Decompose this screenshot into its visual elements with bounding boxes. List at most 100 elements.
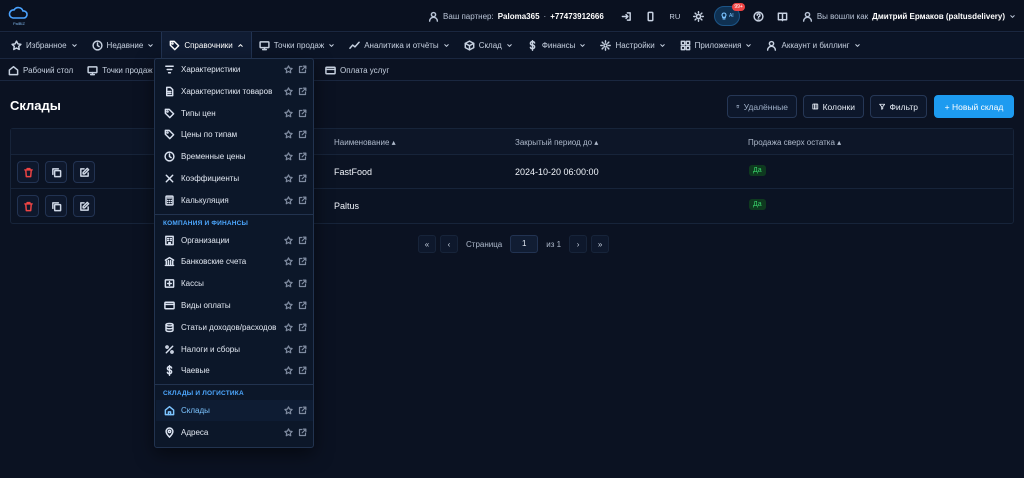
star-icon[interactable] [284, 344, 293, 354]
menu-item[interactable]: Цены по типам [156, 124, 313, 145]
nav-warehouse[interactable]: Склад [457, 33, 520, 59]
external-link-icon[interactable] [298, 109, 307, 118]
menu-item[interactable]: Налоги и сборы [156, 339, 313, 360]
language-switch[interactable]: RU [664, 12, 686, 21]
edit-button[interactable] [73, 161, 95, 183]
filter-button[interactable]: Фильтр [870, 95, 927, 118]
external-link-icon[interactable] [298, 196, 307, 205]
card-icon [325, 66, 336, 75]
delete-button[interactable] [17, 195, 39, 217]
mobile-button[interactable] [640, 5, 662, 27]
menu-item[interactable]: Склады [156, 400, 313, 422]
user-menu[interactable]: Вы вошли как Дмитрий Ермаков (paltusdeli… [802, 11, 1016, 22]
ai-label: AI [728, 13, 734, 19]
menu-item[interactable]: Характеристики [156, 59, 313, 80]
external-link-icon[interactable] [298, 406, 307, 415]
menu-item[interactable]: Кассы [156, 273, 313, 294]
prev-page-button[interactable]: ‹ [440, 235, 458, 253]
menu-item[interactable]: Организации [156, 230, 313, 251]
star-icon[interactable] [284, 130, 293, 139]
logo[interactable]: PalBIZ [8, 5, 30, 27]
nav-label: Аналитика и отчёты [364, 41, 439, 50]
external-link-icon[interactable] [298, 87, 307, 96]
delete-button[interactable] [17, 161, 39, 183]
last-page-button[interactable]: » [591, 235, 610, 253]
external-link-icon[interactable] [298, 428, 307, 437]
star-icon[interactable] [284, 301, 293, 310]
menu-item[interactable]: Временные цены [156, 146, 313, 167]
menu-item[interactable]: Виды оплаты [156, 295, 313, 316]
columns-button[interactable]: Колонки [803, 95, 864, 118]
star-icon[interactable] [284, 235, 293, 245]
menu-item[interactable]: Чаевые [156, 360, 313, 381]
home-icon [164, 406, 175, 416]
external-link-icon[interactable] [298, 130, 307, 139]
copy-button[interactable] [45, 195, 67, 217]
crumb-desktop[interactable]: Рабочий стол [8, 65, 73, 76]
nav-label: Настройки [615, 41, 655, 50]
deleted-button[interactable]: Удалённые [727, 95, 797, 118]
menu-item[interactable]: Типы цен [156, 103, 313, 124]
crumb-payment[interactable]: Оплата услуг [325, 65, 389, 76]
star-icon[interactable] [284, 152, 293, 161]
external-link-icon[interactable] [298, 366, 307, 375]
first-page-button[interactable]: « [418, 235, 436, 253]
menu-item[interactable]: Коэффициенты [156, 168, 313, 189]
login-button[interactable] [616, 5, 638, 27]
external-link-icon[interactable] [298, 236, 307, 245]
copy-button[interactable] [45, 161, 67, 183]
nav-finance[interactable]: Финансы [520, 33, 594, 59]
external-link-icon[interactable] [298, 152, 307, 161]
nav-settings[interactable]: Настройки [593, 33, 672, 59]
star-icon[interactable] [284, 428, 293, 437]
star-icon[interactable] [284, 87, 293, 96]
crumb-points-of-sale[interactable]: Точки продаж [87, 65, 153, 76]
external-link-icon[interactable] [298, 301, 307, 310]
external-link-icon[interactable] [298, 65, 307, 74]
menu-item[interactable]: Банковские счета [156, 251, 313, 272]
docs-button[interactable] [772, 5, 794, 27]
star-icon[interactable] [284, 257, 293, 266]
nav-label: Избранное [26, 41, 67, 50]
page-input[interactable]: 1 [510, 235, 539, 253]
star-icon[interactable] [284, 323, 293, 332]
nav-favorites[interactable]: Избранное [4, 33, 85, 59]
star-icon[interactable] [284, 196, 293, 205]
star-icon[interactable] [284, 108, 293, 118]
theme-toggle[interactable] [688, 5, 710, 27]
menu-item-label: Адреса [181, 428, 209, 437]
external-link-icon[interactable] [298, 323, 307, 332]
nav-points-of-sale[interactable]: Точки продаж [252, 33, 342, 59]
external-link-icon[interactable] [298, 257, 307, 266]
column-header-name[interactable]: Наименование ▴ [334, 138, 396, 147]
nav-label: Справочники [184, 41, 233, 50]
help-button[interactable] [748, 5, 770, 27]
menu-item-actions [284, 323, 307, 332]
menu-item[interactable]: Калькуляция [156, 190, 313, 211]
star-icon[interactable] [284, 174, 293, 183]
new-warehouse-button[interactable]: + Новый склад [934, 95, 1014, 118]
edit-button[interactable] [73, 195, 95, 217]
next-page-button[interactable]: › [569, 235, 588, 253]
menu-item[interactable]: Адреса [156, 422, 313, 443]
star-icon[interactable] [284, 65, 293, 74]
nav-analytics[interactable]: Аналитика и отчёты [342, 33, 456, 59]
separator: · [543, 11, 547, 21]
star-icon[interactable] [284, 279, 293, 288]
menu-item[interactable]: Статьи доходов/расходов [156, 317, 313, 338]
menu-item[interactable]: Характеристики товаров [156, 81, 313, 102]
star-icon[interactable] [284, 366, 293, 375]
nav-account-billing[interactable]: Аккаунт и биллинг [759, 33, 867, 59]
external-link-icon[interactable] [298, 174, 307, 183]
star-icon[interactable] [284, 406, 293, 415]
menu-item-actions [284, 257, 307, 266]
external-link-icon[interactable] [298, 279, 307, 288]
column-header-period[interactable]: Закрытый период до ▴ [515, 138, 598, 147]
column-header-oversell[interactable]: Продажа сверх остатка ▴ [748, 138, 841, 147]
nav-apps[interactable]: Приложения [673, 33, 760, 59]
nav-directories[interactable]: Справочники [161, 31, 252, 60]
ai-assistant-button[interactable]: AI 99+ [713, 3, 745, 26]
nav-recent[interactable]: Недавние [85, 33, 162, 59]
external-link-icon[interactable] [298, 345, 307, 354]
crumb-label: Рабочий стол [23, 65, 74, 75]
